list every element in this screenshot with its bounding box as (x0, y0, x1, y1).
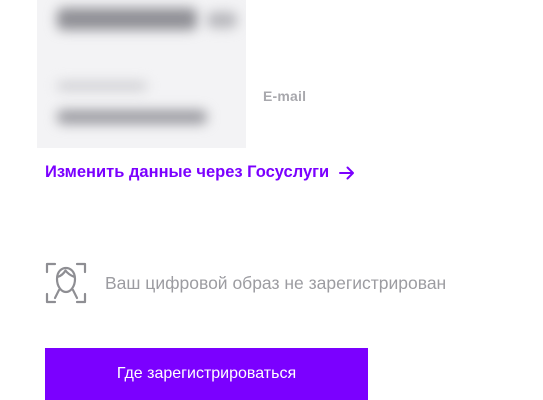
redacted-field-label (57, 82, 147, 90)
redacted-name (57, 8, 197, 30)
change-via-gosuslugi-link[interactable]: Изменить данные через Госуслуги (45, 163, 355, 182)
face-id-icon (45, 262, 87, 304)
profile-page: E-mail Изменить данные через Госуслуги В… (0, 0, 543, 400)
redacted-field-value (57, 110, 207, 124)
change-via-gosuslugi-label: Изменить данные через Госуслуги (45, 163, 330, 181)
biometry-status: Ваш цифровой образ не зарегистрирован (45, 262, 446, 304)
redacted-profile-info (37, 0, 246, 148)
email-label: E-mail (263, 88, 307, 104)
biometry-status-text: Ваш цифровой образ не зарегистрирован (105, 272, 447, 293)
redacted-name-suffix (207, 12, 237, 28)
arrow-right-icon (339, 166, 355, 180)
where-to-register-button[interactable]: Где зарегистрироваться (45, 348, 368, 400)
